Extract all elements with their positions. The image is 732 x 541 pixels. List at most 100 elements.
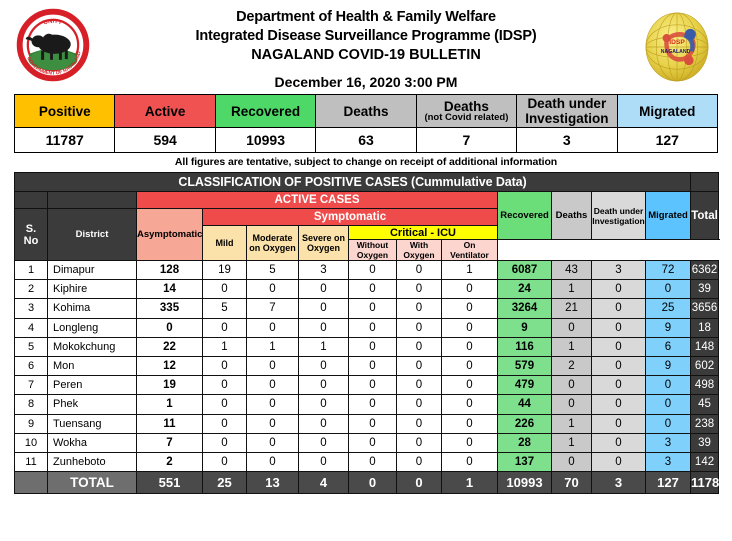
- total-row-severe: 4: [298, 471, 349, 495]
- cell-deaths: 0: [551, 317, 592, 338]
- cell-recovered: 6087: [497, 259, 552, 281]
- total-row-dui: 3: [591, 471, 646, 495]
- cell-total: 3656: [690, 298, 720, 319]
- col-header-mild: Mild: [202, 225, 247, 261]
- col-header-icu-without-oxygen: Without Oxygen: [348, 239, 397, 261]
- total-row-icu-ventilator: 1: [441, 471, 498, 495]
- table-body: 1 Dimapur 128 19 5 3 0 0 1 6087 43 3 72 6362 2 Kiphire 1…: [14, 259, 720, 473]
- cell-total: 238: [690, 413, 720, 434]
- cell-asymptomatic: 14: [136, 279, 203, 300]
- table-banner-row: CLASSIFICATION OF POSITIVE CASES (Cummul…: [13, 172, 720, 192]
- cell-district: Zunheboto: [47, 451, 137, 473]
- cell-district: Mon: [47, 355, 137, 377]
- col-header-deaths: Deaths: [551, 191, 592, 240]
- cell-deaths: 1: [551, 432, 592, 453]
- summary-value-deaths: 63: [315, 127, 417, 153]
- cell-icu-ventilator: 0: [441, 355, 498, 377]
- cell-district: Wokha: [47, 432, 137, 453]
- cell-icu-with: 0: [396, 432, 442, 453]
- cell-sno: 5: [14, 336, 48, 357]
- cell-icu-with: 0: [396, 394, 442, 415]
- cell-icu-ventilator: 0: [441, 298, 498, 319]
- cell-dui: 0: [591, 336, 646, 357]
- cell-moderate: 0: [246, 432, 299, 453]
- cell-recovered: 24: [497, 279, 552, 300]
- summary-value-deaths-noncovid: 7: [415, 127, 518, 153]
- cell-dui: 0: [591, 279, 646, 300]
- cell-deaths: 0: [551, 375, 592, 396]
- cell-icu-without: 0: [348, 336, 397, 357]
- cell-icu-without: 0: [348, 317, 397, 338]
- summary-header-deaths: Deaths: [315, 94, 417, 128]
- cell-mild: 0: [202, 432, 247, 453]
- summary-value-death-under-investigation: 3: [516, 127, 618, 153]
- cell-icu-ventilator: 0: [441, 413, 498, 434]
- cell-icu-ventilator: 0: [441, 432, 498, 453]
- cell-icu-ventilator: 0: [441, 279, 498, 300]
- group-spacer-district: [47, 191, 137, 209]
- cell-moderate: 0: [246, 451, 299, 473]
- cell-icu-without: 0: [348, 279, 397, 300]
- total-row-icu-with: 0: [396, 471, 442, 495]
- cell-asymptomatic: 22: [136, 336, 203, 357]
- cell-district: Dimapur: [47, 259, 137, 281]
- cell-migrated: 9: [644, 317, 692, 338]
- table-row: 6 Mon 12 0 0 0 0 0 0 579 2 0 9 602: [14, 355, 720, 377]
- total-row-asymptomatic: 551: [136, 471, 203, 495]
- cell-moderate: 0: [246, 375, 299, 396]
- bulletin-datetime: December 16, 2020 3:00 PM: [274, 74, 458, 90]
- cell-moderate: 7: [246, 298, 299, 319]
- cell-migrated: 0: [644, 394, 692, 415]
- cell-severe: 0: [298, 279, 349, 300]
- cell-mild: 1: [202, 336, 247, 357]
- col-header-death-under-investigation: Death under Investigation: [591, 191, 646, 240]
- cell-district: Kohima: [47, 298, 137, 319]
- cell-migrated: 0: [644, 375, 692, 396]
- cell-icu-without: 0: [348, 355, 397, 377]
- cell-severe: 0: [298, 394, 349, 415]
- summary-header-recovered: Recovered: [214, 94, 317, 128]
- cell-moderate: 5: [246, 259, 299, 281]
- cell-mild: 0: [202, 394, 247, 415]
- svg-text:IDSP: IDSP: [669, 39, 685, 46]
- cell-icu-ventilator: 0: [441, 451, 498, 473]
- group-symptomatic: Symptomatic: [202, 208, 498, 226]
- cell-icu-ventilator: 0: [441, 317, 498, 338]
- classification-table-wrap: CLASSIFICATION OF POSITIVE CASES (Cummul…: [0, 172, 732, 495]
- without-label-line1: Without: [356, 240, 389, 250]
- cell-migrated: 9: [644, 355, 692, 377]
- cell-severe: 0: [298, 298, 349, 319]
- col-header-total: Total: [690, 191, 720, 240]
- cell-moderate: 1: [246, 336, 299, 357]
- cell-icu-with: 0: [396, 355, 442, 377]
- cell-dui: 0: [591, 317, 646, 338]
- cell-severe: 0: [298, 375, 349, 396]
- title-block: Department of Health & Family Welfare In…: [131, 0, 601, 91]
- col-header-district: District: [47, 208, 137, 261]
- cell-total: 148: [690, 336, 720, 357]
- col-header-severe-on-oxygen: Severe on Oxygen: [298, 225, 349, 261]
- cell-deaths: 1: [551, 279, 592, 300]
- summary-value-row: 11787 594 10993 63 7 3 127: [13, 127, 719, 153]
- cell-total: 39: [690, 279, 720, 300]
- summary-header-deaths-noncovid: Deaths (not Covid related): [415, 94, 518, 128]
- cell-asymptomatic: 7: [136, 432, 203, 453]
- moderate-label-line2: on Oxygen: [249, 243, 296, 253]
- without-label-line2: Oxygen: [356, 250, 389, 260]
- cell-moderate: 0: [246, 279, 299, 300]
- cell-mild: 0: [202, 413, 247, 434]
- cell-icu-ventilator: 0: [441, 336, 498, 357]
- table-row: 11 Zunheboto 2 0 0 0 0 0 0 137 0 0 3 142: [14, 451, 720, 473]
- cell-mild: 5: [202, 298, 247, 319]
- cell-icu-without: 0: [348, 432, 397, 453]
- summary-value-active: 594: [114, 127, 216, 153]
- cell-recovered: 226: [497, 413, 552, 434]
- cell-sno: 2: [14, 279, 48, 300]
- total-row-icu-without: 0: [348, 471, 397, 495]
- cell-deaths: 21: [551, 298, 592, 319]
- idsp-nagaland-globe-logo-icon: IDSP NAGALAND: [638, 10, 716, 84]
- cell-mild: 19: [202, 259, 247, 281]
- cell-district: Phek: [47, 394, 137, 415]
- cell-asymptomatic: 11: [136, 413, 203, 434]
- table-row: 3 Kohima 335 5 7 0 0 0 0 3264 21 0 25 3656: [14, 298, 720, 319]
